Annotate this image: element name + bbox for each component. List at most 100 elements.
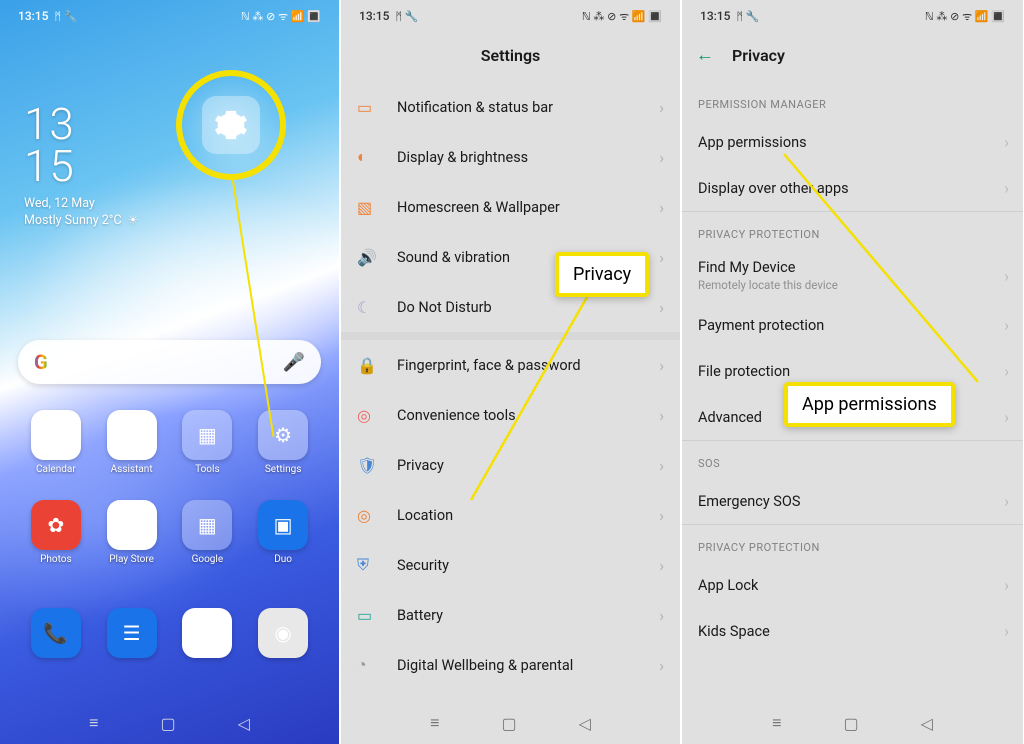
section-header-privacy-protection-2: Privacy Protection bbox=[682, 525, 1023, 562]
section-header-permission-manager: Permission Manager bbox=[682, 82, 1023, 119]
app-label: Photos bbox=[40, 554, 72, 565]
settings-list[interactable]: ▭Notification & status bar› ◐Display & b… bbox=[341, 78, 680, 690]
sound-icon: 🔊 bbox=[357, 248, 397, 267]
app-play-store[interactable]: ▶Play Store bbox=[100, 500, 164, 565]
back-arrow-icon[interactable]: ← bbox=[696, 45, 714, 66]
play-store-icon: ▶ bbox=[107, 500, 157, 550]
privacy-item-display-over-apps[interactable]: Display over other apps› bbox=[682, 165, 1023, 211]
privacy-item-find-my-device[interactable]: Find My DeviceRemotely locate this devic… bbox=[682, 249, 1023, 302]
app-phone[interactable]: 📞 bbox=[24, 608, 88, 658]
app-assistant[interactable]: ◦◦Assistant bbox=[100, 410, 164, 475]
page-title: Privacy bbox=[732, 46, 785, 65]
app-settings[interactable]: ⚙Settings bbox=[251, 410, 315, 475]
chevron-right-icon: › bbox=[659, 656, 664, 675]
nav-home-icon[interactable]: ▢ bbox=[501, 714, 516, 733]
phone-home-screen: 13:15 ᛗ 🔧 ℕ ⁂ ⊘ ᯤ 📶 🔳 13 15 Wed, 12 May … bbox=[0, 0, 341, 744]
status-bar: 13:15 ᛗ 🔧 ℕ ⁂ ⊘ ᯤ 📶 🔳 bbox=[682, 0, 1023, 32]
home-date: Wed, 12 May bbox=[24, 196, 339, 211]
nav-home-icon[interactable]: ▢ bbox=[843, 714, 858, 733]
privacy-item-app-lock[interactable]: App Lock› bbox=[682, 562, 1023, 608]
nav-bar: ≡ ▢ ◁ bbox=[682, 708, 1023, 738]
display-icon: ◐ bbox=[357, 147, 397, 167]
settings-item-fingerprint[interactable]: 🔒Fingerprint, face & password› bbox=[341, 340, 680, 390]
chevron-right-icon: › bbox=[659, 356, 664, 375]
app-tools-folder[interactable]: ▦Tools bbox=[175, 410, 239, 475]
app-photos[interactable]: ✿ Photos bbox=[24, 500, 88, 565]
app-google-folder[interactable]: ▦Google bbox=[175, 500, 239, 565]
gear-icon bbox=[214, 108, 248, 142]
status-left-icons: ᛗ 🔧 bbox=[395, 10, 418, 23]
nav-back-icon[interactable]: ◁ bbox=[579, 714, 591, 733]
wellbeing-icon: ◔ bbox=[357, 655, 397, 675]
chevron-right-icon: › bbox=[1004, 492, 1009, 511]
photos-icon: ✿ bbox=[31, 500, 81, 550]
google-search-bar[interactable]: G 🎤 bbox=[18, 340, 321, 384]
privacy-item-payment-protection[interactable]: Payment protection› bbox=[682, 302, 1023, 348]
chevron-right-icon: › bbox=[659, 456, 664, 475]
status-right-icons: ℕ ⁂ ⊘ ᯤ 📶 🔳 bbox=[582, 9, 662, 24]
nav-recent-icon[interactable]: ≡ bbox=[430, 713, 439, 733]
page-title: Settings bbox=[481, 46, 541, 65]
phone-settings-list: 13:15 ᛗ 🔧 ℕ ⁂ ⊘ ᯤ 📶 🔳 Settings ▭Notifica… bbox=[341, 0, 682, 744]
privacy-item-emergency-sos[interactable]: Emergency SOS› bbox=[682, 478, 1023, 524]
assistant-icon: ◦◦ bbox=[107, 410, 157, 460]
settings-item-display[interactable]: ◐Display & brightness› bbox=[341, 132, 680, 182]
wallpaper-icon: ▧ bbox=[357, 198, 397, 217]
app-chrome[interactable]: ◉ bbox=[175, 608, 239, 658]
chrome-icon: ◉ bbox=[182, 608, 232, 658]
app-messages[interactable]: ☰ bbox=[100, 608, 164, 658]
home-app-row-1: 31 Calendar ◦◦Assistant ▦Tools ⚙Settings bbox=[0, 410, 339, 475]
callout-text: Privacy bbox=[573, 264, 631, 285]
nav-back-icon[interactable]: ◁ bbox=[921, 714, 933, 733]
app-label: Duo bbox=[274, 554, 292, 565]
settings-item-wellbeing[interactable]: ◔Digital Wellbeing & parental› bbox=[341, 640, 680, 690]
status-time: 13:15 bbox=[700, 9, 730, 23]
phone-privacy-screen: 13:15 ᛗ 🔧 ℕ ⁂ ⊘ ᯤ 📶 🔳 ← Privacy Permissi… bbox=[682, 0, 1023, 744]
settings-item-privacy[interactable]: 🛡Privacy› bbox=[341, 440, 680, 490]
nav-bar: ≡ ▢ ◁ bbox=[0, 708, 339, 738]
chevron-right-icon: › bbox=[1004, 408, 1009, 427]
settings-item-battery[interactable]: ▭Battery› bbox=[341, 590, 680, 640]
app-label: Calendar bbox=[36, 464, 76, 475]
clock-minutes: 15 bbox=[24, 146, 339, 188]
nav-back-icon[interactable]: ◁ bbox=[238, 714, 250, 733]
status-bar: 13:15 ᛗ 🔧 ℕ ⁂ ⊘ ᯤ 📶 🔳 bbox=[341, 0, 680, 32]
settings-item-security[interactable]: ⛨Security› bbox=[341, 540, 680, 590]
nav-home-icon[interactable]: ▢ bbox=[160, 714, 175, 733]
app-camera[interactable]: ◉ bbox=[251, 608, 315, 658]
settings-item-notification[interactable]: ▭Notification & status bar› bbox=[341, 82, 680, 132]
chevron-right-icon: › bbox=[1004, 622, 1009, 641]
privacy-list[interactable]: Permission Manager App permissions› Disp… bbox=[682, 78, 1023, 654]
duo-icon: ▣ bbox=[258, 500, 308, 550]
folder-icon: ▦ bbox=[182, 410, 232, 460]
chevron-right-icon: › bbox=[659, 298, 664, 317]
chevron-right-icon: › bbox=[659, 248, 664, 267]
app-calendar[interactable]: 31 Calendar bbox=[24, 410, 88, 475]
nav-recent-icon[interactable]: ≡ bbox=[89, 713, 98, 733]
google-logo-icon: G bbox=[34, 350, 48, 374]
settings-titlebar: Settings bbox=[341, 32, 680, 78]
weather-icon: ☀ bbox=[128, 213, 139, 227]
settings-item-convenience[interactable]: ◎Convenience tools› bbox=[341, 390, 680, 440]
weather-text: Mostly Sunny 2°C bbox=[24, 213, 122, 228]
chevron-right-icon: › bbox=[659, 198, 664, 217]
privacy-icon: 🛡 bbox=[357, 456, 397, 475]
settings-app-icon[interactable] bbox=[202, 96, 260, 154]
chevron-right-icon: › bbox=[1004, 362, 1009, 381]
privacy-item-app-permissions[interactable]: App permissions› bbox=[682, 119, 1023, 165]
app-duo[interactable]: ▣ Duo bbox=[251, 500, 315, 565]
chevron-right-icon: › bbox=[659, 98, 664, 117]
home-app-row-2: ✿ Photos ▶Play Store ▦Google ▣ Duo bbox=[0, 500, 339, 565]
privacy-item-kids-space[interactable]: Kids Space› bbox=[682, 608, 1023, 654]
status-left-icons: ᛗ 🔧 bbox=[736, 10, 759, 23]
home-dock-row: 📞 ☰ ◉ ◉ bbox=[0, 608, 339, 658]
chevron-right-icon: › bbox=[1004, 576, 1009, 595]
nav-recent-icon[interactable]: ≡ bbox=[772, 713, 781, 733]
calendar-icon: 31 bbox=[31, 410, 81, 460]
settings-item-homescreen[interactable]: ▧Homescreen & Wallpaper› bbox=[341, 182, 680, 232]
gear-icon: ⚙ bbox=[258, 410, 308, 460]
status-bar: 13:15 ᛗ 🔧 ℕ ⁂ ⊘ ᯤ 📶 🔳 bbox=[0, 0, 339, 32]
settings-item-location[interactable]: ◎Location› bbox=[341, 490, 680, 540]
voice-search-icon[interactable]: 🎤 bbox=[283, 352, 305, 373]
phone-icon: 📞 bbox=[31, 608, 81, 658]
